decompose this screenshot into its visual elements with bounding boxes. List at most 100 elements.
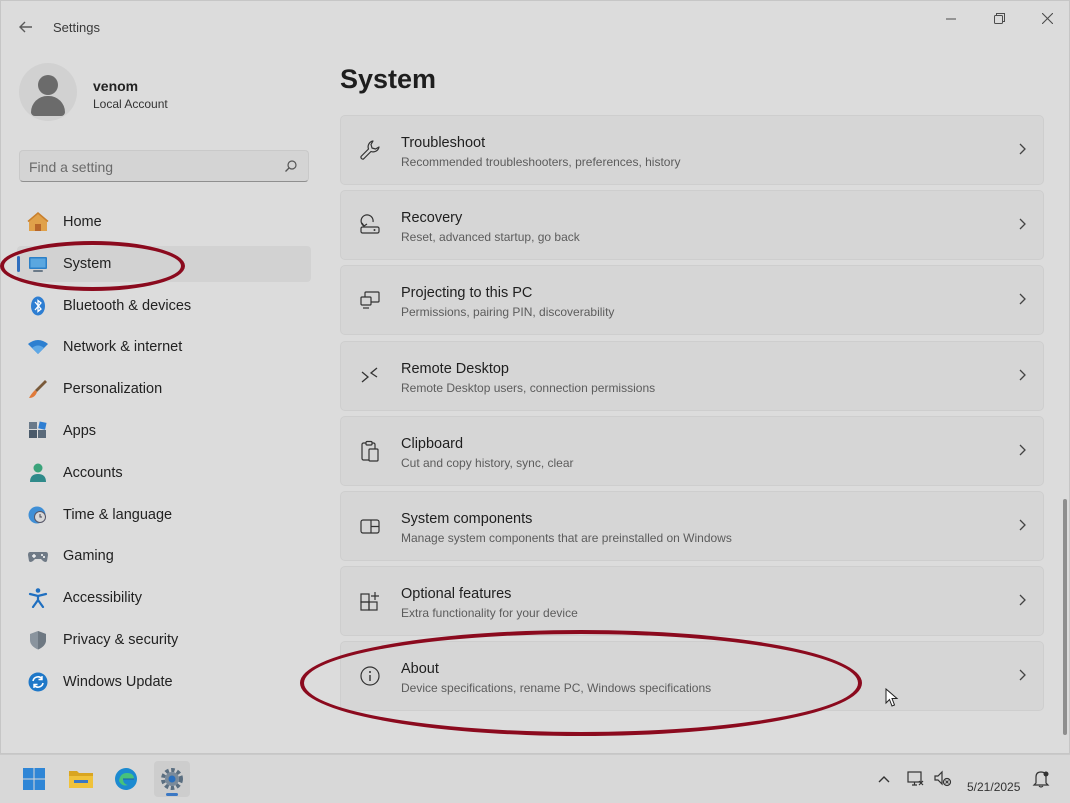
back-button[interactable]: [15, 17, 37, 37]
close-button[interactable]: [1032, 9, 1062, 29]
sidebar-item-personalization[interactable]: Personalization: [17, 371, 311, 407]
chevron-up-icon[interactable]: [874, 769, 894, 789]
title-bar: Settings: [1, 1, 1070, 53]
edge-icon: [115, 768, 137, 790]
avatar: [19, 63, 77, 121]
card-title: Troubleshoot: [401, 135, 486, 151]
search-icon[interactable]: [284, 159, 298, 173]
settings-card-clipboard[interactable]: Clipboard Cut and copy history, sync, cl…: [340, 415, 1044, 486]
sidebar-item-apps[interactable]: Apps: [17, 413, 311, 449]
brush-icon: [29, 380, 47, 399]
sidebar-item-label: Network & internet: [63, 339, 183, 356]
globe-clock-icon: [28, 506, 46, 524]
card-description: Device specifications, rename PC, Window…: [401, 681, 712, 696]
minimize-button[interactable]: [936, 9, 966, 29]
chevron-right-icon: [1019, 519, 1026, 531]
app-title: Settings: [53, 20, 100, 35]
chevron-right-icon: [1019, 143, 1026, 155]
settings-card-about[interactable]: About Device specifications, rename PC, …: [340, 641, 1044, 711]
running-indicator: [166, 793, 178, 796]
sidebar-item-label: Home: [63, 214, 102, 230]
sidebar-item-label: Gaming: [63, 548, 114, 565]
active-indicator: [17, 255, 20, 272]
wifi-icon: [28, 340, 48, 355]
settings-card-recovery[interactable]: Recovery Reset, advanced startup, go bac…: [340, 190, 1044, 261]
taskbar: [0, 754, 1070, 803]
sidebar-item-label: Apps: [63, 422, 97, 439]
card-title: Projecting to this PC: [401, 285, 533, 302]
wrench-icon: [360, 140, 380, 160]
bluetooth-icon: [31, 296, 45, 316]
card-description: Reset, advanced startup, go back: [401, 230, 580, 245]
file-explorer-button[interactable]: [62, 761, 98, 797]
start-button[interactable]: [16, 761, 52, 797]
network-icon[interactable]: [905, 769, 925, 789]
sidebar-item-label: Accessibility: [63, 590, 142, 607]
card-title: System components: [401, 510, 533, 527]
card-description: Manage system components that are preins…: [401, 530, 732, 545]
page-title: System: [340, 64, 437, 94]
volume-muted-icon[interactable]: [933, 769, 953, 789]
sidebar-item-gaming[interactable]: Gaming: [17, 538, 311, 574]
file-explorer-icon: [69, 771, 93, 788]
sidebar-item-accounts[interactable]: Accounts: [17, 455, 311, 491]
scrollbar-thumb[interactable]: [1063, 499, 1067, 735]
settings-card-optional-features[interactable]: Optional features Extra functionality fo…: [340, 566, 1044, 637]
chevron-right-icon: [1019, 669, 1026, 681]
settings-icon: [161, 768, 183, 790]
card-description: Permissions, pairing PIN, discoverabilit…: [401, 305, 615, 320]
restore-icon: [993, 13, 1005, 24]
user-name: venom: [93, 78, 139, 94]
sidebar-nav: Home System Bluetooth & devices Network: [17, 204, 311, 706]
settings-card-troubleshoot[interactable]: Troubleshoot Recommended troubleshooters…: [340, 115, 1044, 185]
taskbar-date[interactable]: 5/21/2025: [967, 780, 1020, 794]
card-title: Recovery: [401, 210, 463, 227]
sidebar-item-label: Bluetooth & devices: [63, 297, 192, 314]
apps-icon: [29, 421, 47, 438]
projecting-icon: [360, 291, 380, 309]
sidebar-item-label: Windows Update: [63, 673, 173, 690]
clipboard-icon: [361, 440, 379, 462]
card-title: Optional features: [401, 586, 512, 603]
card-description: Recommended troubleshooters, preferences…: [401, 155, 681, 169]
sidebar-item-windows-update[interactable]: Windows Update: [17, 664, 311, 700]
sidebar-item-network[interactable]: Network & internet: [17, 329, 311, 365]
restore-button[interactable]: [984, 9, 1014, 29]
shield-icon: [30, 630, 46, 650]
settings-taskbar-button[interactable]: [154, 761, 190, 797]
search-input[interactable]: [29, 157, 279, 177]
sidebar-item-accessibility[interactable]: Accessibility: [17, 580, 311, 616]
sidebar-item-label: Personalization: [63, 381, 163, 398]
minimize-icon: [946, 18, 956, 20]
user-account-type: Local Account: [93, 97, 168, 111]
remote-desktop-icon: [361, 367, 378, 383]
card-title: Remote Desktop: [401, 360, 509, 377]
settings-card-system-components[interactable]: System components Manage system componen…: [340, 490, 1044, 561]
sidebar-item-privacy-security[interactable]: Privacy & security: [17, 622, 311, 658]
sidebar-item-label: Accounts: [63, 464, 123, 481]
edge-button[interactable]: [108, 761, 144, 797]
mouse-cursor: [885, 688, 899, 707]
chevron-right-icon: [1019, 369, 1026, 381]
card-title: About: [401, 661, 439, 678]
sidebar-item-home[interactable]: Home: [17, 204, 311, 240]
close-icon: [1041, 12, 1053, 25]
gamepad-icon: [28, 552, 48, 563]
sidebar-item-system[interactable]: System: [17, 245, 311, 282]
settings-card-remote-desktop[interactable]: Remote Desktop Remote Desktop users, con…: [340, 340, 1044, 411]
search-box[interactable]: [19, 150, 309, 182]
start-icon: [23, 768, 45, 790]
arrow-left-icon: [19, 21, 32, 33]
chevron-right-icon: [1019, 293, 1026, 305]
sidebar-item-label: Privacy & security: [63, 631, 179, 648]
settings-card-projecting[interactable]: Projecting to this PC Permissions, pairi…: [340, 265, 1044, 336]
notification-icon[interactable]: [1031, 769, 1051, 789]
sidebar-item-time-language[interactable]: Time & language: [17, 497, 311, 533]
accounts-icon: [30, 463, 46, 482]
card-description: Remote Desktop users, connection permiss…: [401, 380, 656, 395]
chevron-right-icon: [1019, 444, 1026, 456]
accessibility-icon: [28, 588, 48, 609]
chevron-right-icon: [1019, 594, 1026, 606]
recovery-icon: [360, 214, 380, 234]
sidebar-item-bluetooth[interactable]: Bluetooth & devices: [17, 288, 311, 324]
